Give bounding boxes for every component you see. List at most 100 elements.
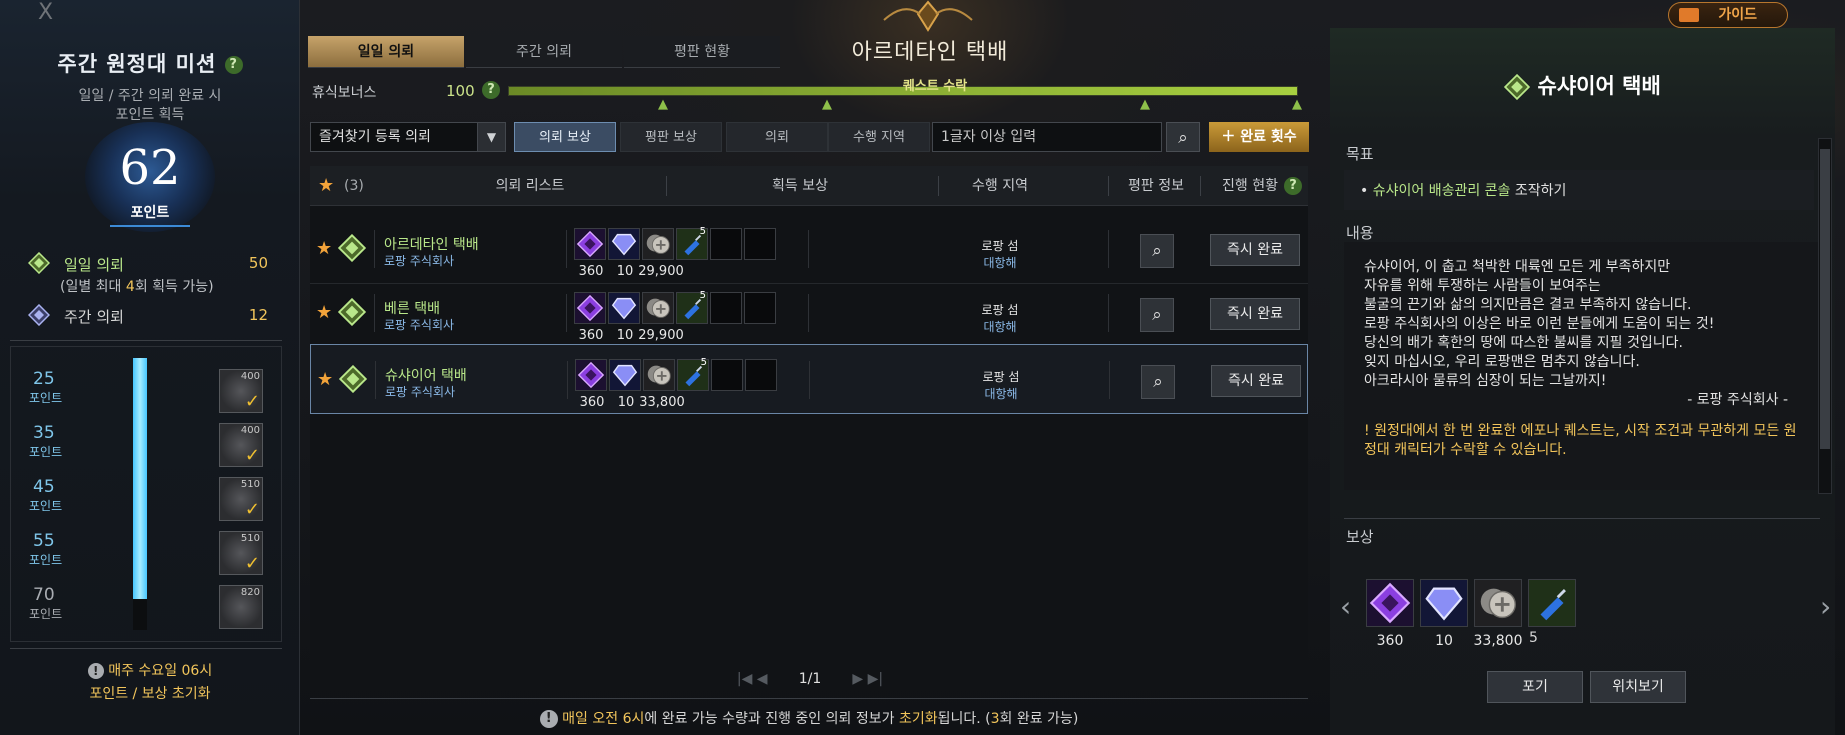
daily-quest-icon xyxy=(28,252,50,274)
region-sea: 대항해 xyxy=(984,387,1018,401)
silver-coin-icon[interactable] xyxy=(642,228,674,260)
weekly-label: 주간 의뢰 xyxy=(64,308,124,326)
guide-button[interactable]: 가이드 xyxy=(1668,2,1788,28)
tier-unit: 포인트 xyxy=(29,445,63,459)
reward-box[interactable]: 510 ✓ xyxy=(219,477,263,521)
search-icon[interactable]: ⌕ xyxy=(1140,298,1174,332)
mission-title: 주간 원정대 미션 ? xyxy=(0,48,300,78)
reward-count: 5 xyxy=(699,290,706,301)
detail-scrollbar[interactable] xyxy=(1818,138,1832,494)
row-separator xyxy=(375,361,376,399)
fn-d: 됩니다. ( xyxy=(937,711,991,727)
favorite-star-icon[interactable]: ★ xyxy=(317,369,333,390)
content-signature: - 로팡 주식회사 - xyxy=(1687,392,1788,408)
locate-button[interactable]: 위치보기 xyxy=(1590,671,1686,703)
give-up-button[interactable]: 포기 xyxy=(1487,671,1583,703)
divider xyxy=(10,648,282,649)
gem-icon[interactable] xyxy=(609,359,641,391)
sort-quest-button[interactable]: 의뢰 xyxy=(726,122,828,152)
help-icon[interactable]: ? xyxy=(482,81,500,99)
reset-notice: ! 매주 수요일 06시 포인트 / 보상 초기화 xyxy=(20,660,280,706)
check-icon: ✓ xyxy=(244,553,260,574)
table-row[interactable]: ★ 베른 택배 로팡 주식회사 5 360 10 29,900 로팡 섬 대항해 ⌕ 즉시 완료 xyxy=(310,278,1308,348)
region-name: 로팡 섬 xyxy=(982,370,1020,384)
search-icon[interactable]: ⌕ xyxy=(1141,365,1175,399)
close-button[interactable]: X xyxy=(38,0,53,25)
amethyst-icon[interactable] xyxy=(574,228,606,260)
reward-box[interactable]: 820 xyxy=(219,585,263,629)
arrow-up-icon: ▲ xyxy=(1140,97,1150,112)
favorite-star-icon[interactable]: ★ xyxy=(316,302,332,323)
gem-icon[interactable] xyxy=(608,228,640,260)
help-icon[interactable]: ? xyxy=(224,56,243,74)
arrow-up-icon: ▲ xyxy=(822,97,832,112)
potion-icon[interactable]: 5 xyxy=(1528,579,1576,646)
instant-complete-button[interactable]: 즉시 완료 xyxy=(1211,365,1301,397)
daily-note: (일별 최대 4회 획득 가능) xyxy=(60,276,214,296)
silver-coin-icon[interactable] xyxy=(642,292,674,324)
alert-icon: ! xyxy=(539,710,558,728)
favorites-dropdown[interactable]: 즐겨찾기 등록 의뢰 ▼ xyxy=(310,122,506,152)
tab-weekly[interactable]: 주간 의뢰 xyxy=(466,36,622,68)
silver-coin-icon[interactable] xyxy=(643,359,675,391)
tier-unit: 포인트 xyxy=(29,499,63,513)
complete-count-button[interactable]: ＋ 완료 횟수 xyxy=(1209,122,1309,152)
amethyst-icon[interactable] xyxy=(1366,579,1414,627)
search-input[interactable]: 1글자 이상 입력 xyxy=(932,122,1162,152)
tier-points: 35 xyxy=(33,423,55,443)
potion-icon[interactable]: 5 xyxy=(676,226,708,260)
reward-value: 360 xyxy=(578,328,604,343)
rest-bonus-value: 100 xyxy=(446,82,475,100)
guide-label: 가이드 xyxy=(1718,7,1757,23)
empty-reward-slot xyxy=(710,292,742,324)
alert-icon: ! xyxy=(87,663,104,679)
gem-icon[interactable] xyxy=(1420,579,1468,627)
divider xyxy=(10,340,282,341)
fn-e: 3 xyxy=(990,711,1000,727)
row-separator xyxy=(1109,361,1110,399)
sort-reward-button[interactable]: 의뢰 보상 xyxy=(514,122,616,152)
content-line: 슈샤이어, 이 춥고 척박한 대륙엔 모든 게 부족하지만 xyxy=(1364,259,1671,275)
silver-coin-icon[interactable] xyxy=(1474,579,1522,627)
tab-reputation[interactable]: 평판 현황 xyxy=(624,36,780,68)
crest-ornament-icon xyxy=(883,0,973,32)
favorite-star-icon[interactable]: ★ xyxy=(318,166,334,206)
last-page-icon[interactable]: ▶ ▶| xyxy=(852,671,883,687)
fn-a: 매일 오전 6시 xyxy=(562,711,645,727)
row-separator xyxy=(1108,230,1109,268)
chevron-left-icon[interactable]: ‹ xyxy=(1340,590,1351,623)
search-icon[interactable]: ⌕ xyxy=(1166,122,1200,152)
search-icon[interactable]: ⌕ xyxy=(1140,234,1174,268)
reward-label: 보상 xyxy=(1346,528,1374,546)
chevron-right-icon[interactable]: › xyxy=(1820,590,1831,623)
reward-value: 33,800 xyxy=(639,395,685,410)
reward-box[interactable]: 400 ✓ xyxy=(219,423,263,467)
table-row[interactable]: ★ 아르데타인 택배 로팡 주식회사 5 360 10 29,900 로팡 섬 대항해 ⌕ 즉시 완… xyxy=(310,214,1308,284)
reward-box[interactable]: 510 ✓ xyxy=(219,531,263,575)
tab-daily[interactable]: 일일 의뢰 xyxy=(308,36,464,68)
reset-footnote: ! 매일 오전 6시에 완료 가능 수량과 진행 중인 의뢰 정보가 초기화됩니… xyxy=(310,708,1308,728)
first-page-icon[interactable]: |◀ ◀ xyxy=(737,671,768,687)
content-line: 로팡 주식회사의 이상은 바로 이런 분들에게 도움이 되는 것! xyxy=(1364,316,1715,332)
sort-rep-reward-button[interactable]: 평판 보상 xyxy=(620,122,722,152)
sort-region-button[interactable]: 수행 지역 xyxy=(828,122,930,152)
instant-complete-button[interactable]: 즉시 완료 xyxy=(1210,298,1300,330)
amethyst-icon[interactable] xyxy=(575,359,607,391)
arrow-up-icon: ▲ xyxy=(1292,97,1302,112)
check-icon: ✓ xyxy=(244,445,260,466)
col-separator xyxy=(1200,176,1201,196)
help-icon[interactable]: ? xyxy=(1284,177,1302,195)
favorite-star-icon[interactable]: ★ xyxy=(316,238,332,259)
table-row[interactable]: ★ 슈샤이어 택배 로팡 주식회사 5 360 10 33,800 로팡 섬 대항해 ⌕ 즉시 완료 xyxy=(310,344,1308,414)
potion-icon[interactable]: 5 xyxy=(677,357,709,391)
col-progress: 진행 현황 xyxy=(1222,178,1278,194)
potion-icon[interactable]: 5 xyxy=(676,290,708,324)
scrollbar-thumb[interactable] xyxy=(1820,149,1830,449)
gem-icon[interactable] xyxy=(608,292,640,324)
fn-b: 에 완료 가능 수량과 진행 중인 의뢰 정보가 xyxy=(644,711,899,727)
instant-complete-button[interactable]: 즉시 완료 xyxy=(1210,234,1300,266)
amethyst-icon[interactable] xyxy=(574,292,606,324)
row-separator xyxy=(374,230,375,268)
daily-note-b: 4 xyxy=(125,279,135,295)
reward-box[interactable]: 400 ✓ xyxy=(219,369,263,413)
